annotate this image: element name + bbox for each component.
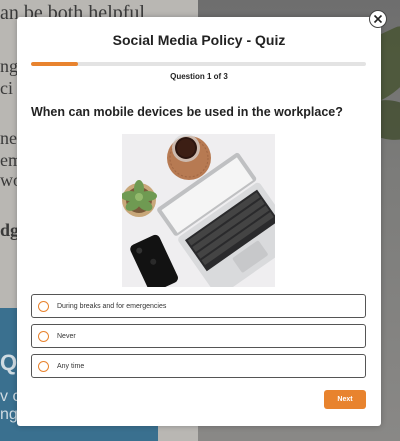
answer-options: During breaks and for emergencies Never … xyxy=(31,294,366,384)
next-button[interactable]: Next xyxy=(324,390,366,409)
answer-option-label: During breaks and for emergencies xyxy=(57,302,167,310)
radio-button-icon[interactable] xyxy=(38,300,49,312)
answer-option[interactable]: Never xyxy=(31,324,366,348)
answer-option[interactable]: Any time xyxy=(31,354,366,378)
question-text: When can mobile devices be used in the w… xyxy=(31,105,343,119)
desk-photo-illustration xyxy=(122,134,275,287)
close-button[interactable] xyxy=(369,10,387,28)
radio-button-icon[interactable] xyxy=(38,360,49,372)
background-text-line: ci xyxy=(0,78,13,98)
progress-bar xyxy=(31,62,366,66)
progress-label: Question 1 of 3 xyxy=(170,72,228,81)
modal-title: Social Media Policy - Quiz xyxy=(112,32,286,48)
answer-option-label: Never xyxy=(57,332,76,340)
radio-button-icon[interactable] xyxy=(38,330,49,342)
quiz-modal: Social Media Policy - Quiz Question 1 of… xyxy=(17,17,381,426)
background-blue-text: Q xyxy=(0,350,18,375)
background-blue-text: ng xyxy=(0,406,18,423)
answer-option-label: Any time xyxy=(57,362,85,370)
answer-option[interactable]: During breaks and for emergencies xyxy=(31,294,366,318)
question-image xyxy=(122,134,275,287)
progress-bar-fill xyxy=(31,62,78,66)
close-icon xyxy=(373,14,383,24)
